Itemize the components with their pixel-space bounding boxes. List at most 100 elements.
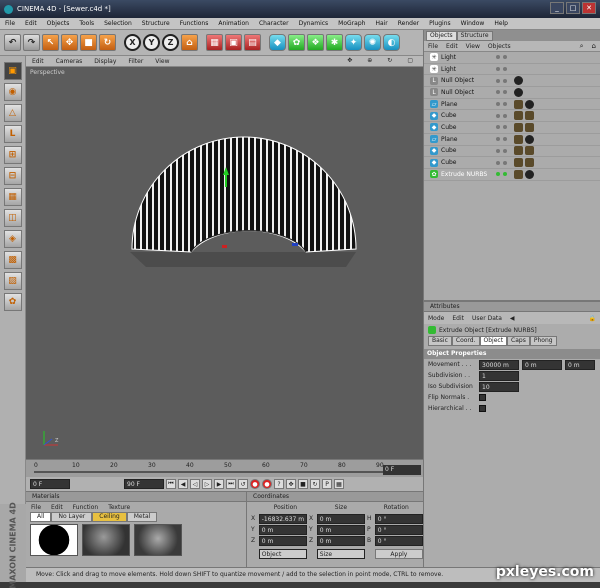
home-icon[interactable]: ⌂ <box>588 42 600 50</box>
material-swatch[interactable] <box>134 524 182 556</box>
viewport-menu-display[interactable]: Display <box>88 58 122 65</box>
undo-icon[interactable]: ↶ <box>4 34 21 51</box>
deformer-icon[interactable]: ✱ <box>326 34 343 51</box>
goto-end-icon[interactable]: ⏭ <box>226 479 236 489</box>
attributes-menu-mode[interactable]: Mode <box>424 315 448 322</box>
texture-axis-icon[interactable]: ◉ <box>3 83 22 101</box>
objects-menu-edit[interactable]: Edit <box>442 43 462 50</box>
subdivision-field[interactable]: 1 <box>479 370 519 381</box>
object-row[interactable]: L Null Object <box>424 87 600 99</box>
timeline-ruler[interactable]: 0 10 20 30 40 50 60 70 80 90 <box>34 462 384 473</box>
attr-tab-phong[interactable]: Phong <box>529 336 557 346</box>
play-backward-icon[interactable]: ◁ <box>190 479 200 489</box>
materials-tab-all[interactable]: All <box>30 512 52 522</box>
rotate-tool-icon[interactable]: ↻ <box>99 34 116 51</box>
maximize-icon[interactable]: ▢ <box>401 57 419 64</box>
render-settings-icon[interactable]: ▤ <box>244 34 261 51</box>
goto-start-icon[interactable]: ⏮ <box>166 479 176 489</box>
viewport-menu-edit[interactable]: Edit <box>26 58 50 65</box>
object-row[interactable]: ◆ Cube <box>424 146 600 158</box>
menu-plugins[interactable]: Plugins <box>424 20 456 27</box>
search-icon[interactable]: ⌕ <box>576 42 588 51</box>
array-icon[interactable]: ❖ <box>307 34 324 51</box>
y-axis-lock-button[interactable]: Y <box>143 34 160 51</box>
scale-key-icon[interactable]: ■ <box>298 479 308 489</box>
current-frame-field[interactable]: 0 F <box>383 465 421 475</box>
coordinate-system-icon[interactable]: ⌂ <box>181 34 198 51</box>
object-row[interactable]: ◆ Cube <box>424 110 600 123</box>
menu-render[interactable]: Render <box>393 20 424 27</box>
camera-icon[interactable]: ✺ <box>364 34 381 51</box>
next-key-icon[interactable]: ▶ <box>214 479 224 489</box>
attr-tab-coord[interactable]: Coord. <box>451 336 480 346</box>
menu-character[interactable]: Character <box>254 20 294 27</box>
rotation-p-field[interactable]: 0 ° <box>374 524 423 535</box>
edges-mode-icon[interactable]: ⊟ <box>3 167 22 185</box>
object-row[interactable]: ◆ Cube <box>424 157 600 169</box>
viewport-menu-filter[interactable]: Filter <box>122 58 149 65</box>
start-frame-field[interactable]: 0 F <box>30 479 70 489</box>
perspective-viewport[interactable]: Perspective Z <box>26 67 423 459</box>
tab-structure[interactable]: Structure <box>456 31 493 41</box>
z-axis-lock-button[interactable]: Z <box>162 34 179 51</box>
light-tool-icon[interactable]: ◐ <box>383 34 400 51</box>
keyframe-selection-icon[interactable]: ? <box>274 479 284 489</box>
menu-file[interactable]: File <box>0 20 20 27</box>
materials-menu-function[interactable]: Function <box>68 504 104 511</box>
objects-menu-view[interactable]: View <box>462 43 484 50</box>
autokey-icon[interactable]: ● <box>262 479 272 489</box>
record-icon[interactable]: ● <box>250 479 260 489</box>
cube-primitive-icon[interactable]: ◆ <box>269 34 286 51</box>
x-axis-lock-button[interactable]: X <box>124 34 141 51</box>
menu-functions[interactable]: Functions <box>175 20 214 27</box>
movement-z-field[interactable]: 0 m <box>565 359 595 370</box>
attr-tab-object[interactable]: Object <box>479 336 508 346</box>
lock-icon[interactable]: 🔒 <box>585 315 600 322</box>
size-z-field[interactable]: 0 m <box>316 535 365 546</box>
materials-tab-no-layer[interactable]: No Layer <box>51 512 93 522</box>
materials-menu-texture[interactable]: Texture <box>103 504 135 511</box>
position-z-field[interactable]: 0 m <box>258 535 307 546</box>
materials-menu-edit[interactable]: Edit <box>46 504 68 511</box>
live-select-icon[interactable]: ↖ <box>42 34 59 51</box>
render-view-icon[interactable]: ▦ <box>206 34 223 51</box>
objects-menu-objects[interactable]: Objects <box>484 43 515 50</box>
pla-key-icon[interactable]: ▦ <box>334 479 344 489</box>
attr-tab-caps[interactable]: Caps <box>507 336 530 346</box>
object-row[interactable]: ▱ Plane <box>424 134 600 146</box>
movement-x-field[interactable]: 30000 m <box>479 359 519 370</box>
workplane-icon[interactable]: ◫ <box>3 209 22 227</box>
menu-selection[interactable]: Selection <box>99 20 137 27</box>
iso-subdivision-field[interactable]: 10 <box>479 381 519 392</box>
menu-objects[interactable]: Objects <box>42 20 75 27</box>
param-key-icon[interactable]: P <box>322 479 332 489</box>
material-swatch[interactable] <box>82 524 130 556</box>
polygons-mode-icon[interactable]: ▦ <box>3 188 22 206</box>
rotate-icon[interactable]: ↻ <box>381 57 398 64</box>
flip-normals-checkbox[interactable] <box>479 394 486 401</box>
end-frame-field[interactable]: 90 F <box>124 479 164 489</box>
viewport-menu-view[interactable]: View <box>149 58 175 65</box>
object-row-selected[interactable]: ✿ Extrude NURBS <box>424 169 600 181</box>
move-icon[interactable]: ✥ <box>341 57 358 64</box>
materials-menu-file[interactable]: File <box>26 504 46 511</box>
rotation-key-icon[interactable]: ↻ <box>310 479 320 489</box>
size-y-field[interactable]: 0 m <box>316 524 365 535</box>
apply-button[interactable]: Apply <box>374 548 423 559</box>
play-forward-icon[interactable]: ▷ <box>202 479 212 489</box>
timeline[interactable]: 0 10 20 30 40 50 60 70 80 90 0 F <box>26 459 423 477</box>
materials-tab-ceiling[interactable]: Ceiling <box>92 512 127 522</box>
menu-help[interactable]: Help <box>489 20 513 27</box>
points-mode-icon[interactable]: ⊞ <box>3 146 22 164</box>
materials-tab-metal[interactable]: Metal <box>126 512 158 522</box>
rotation-b-field[interactable]: 0 ° <box>374 535 423 546</box>
loop-icon[interactable]: ↺ <box>238 479 248 489</box>
position-y-field[interactable]: 0 m <box>258 524 307 535</box>
viewport-menu-cameras[interactable]: Cameras <box>50 58 89 65</box>
size-mode-dropdown[interactable]: Size <box>316 548 366 559</box>
minimize-button[interactable]: _ <box>550 2 564 14</box>
close-button[interactable]: ✕ <box>582 2 596 14</box>
move-tool-icon[interactable]: ✥ <box>61 34 78 51</box>
coordinate-mode-dropdown[interactable]: Object <box>258 548 308 559</box>
snap-icon[interactable]: ▩ <box>3 251 22 269</box>
